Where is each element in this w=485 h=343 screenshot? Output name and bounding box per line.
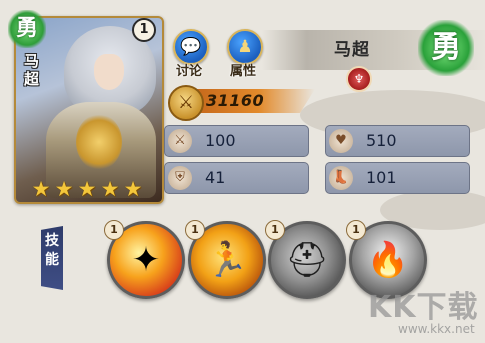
chat-bubble-icon: 💬 <box>180 37 202 57</box>
faction-badge-icon: ♆ <box>346 66 372 92</box>
stat-health: ♥ 510 <box>325 125 470 157</box>
heart-icon: ♥ <box>329 129 353 153</box>
star-icon: ★ <box>31 177 51 201</box>
star-rating: ★ ★ ★ ★ ★ <box>30 178 144 200</box>
hero-portrait-face <box>94 54 124 90</box>
stat-value: 41 <box>205 168 226 187</box>
hero-name: 马超 <box>334 40 370 60</box>
skill-slot[interactable]: ⛑ 1 <box>265 220 346 299</box>
stat-attack: ⚔ 100 <box>164 125 309 157</box>
stat-value: 101 <box>366 168 397 187</box>
boot-icon: 👢 <box>329 166 353 190</box>
hero-level-badge: 1 <box>132 18 156 42</box>
skill-level-badge: 1 <box>265 220 285 240</box>
combat-power-value: 31160 <box>206 91 265 110</box>
skills-label: 技能 <box>41 226 63 290</box>
skill-level-badge: 1 <box>104 220 124 240</box>
type-badge-large: 勇 <box>418 20 474 76</box>
skills-label-text: 技能 <box>45 233 59 268</box>
figure-icon: ♟ <box>237 37 253 57</box>
stat-value: 510 <box>366 131 397 150</box>
star-icon: ★ <box>123 177 143 201</box>
star-icon: ★ <box>77 177 97 201</box>
skill-slot[interactable]: 🏃 1 <box>185 220 266 299</box>
skill-slot[interactable]: ✦ 1 <box>104 220 185 299</box>
skill-level-badge: 1 <box>346 220 366 240</box>
crossed-swords-icon: ⚔ <box>168 85 204 121</box>
star-icon: ★ <box>100 177 120 201</box>
stat-speed: 👢 101 <box>325 162 470 194</box>
watermark-logo: KK下载 <box>368 290 479 325</box>
shield-icon: ⛨ <box>168 166 192 190</box>
attributes-label: 属性 <box>229 64 256 79</box>
stat-defense: ⛨ 41 <box>164 162 309 194</box>
watermark-url: www.kkx.net <box>398 322 475 336</box>
stat-value: 100 <box>205 131 236 150</box>
star-icon: ★ <box>54 177 74 201</box>
discuss-label: 讨论 <box>175 64 202 79</box>
sword-icon: ⚔ <box>168 129 192 153</box>
hero-name-vertical: 马超 <box>24 52 40 88</box>
type-badge-small: 勇 <box>8 10 46 48</box>
skill-level-badge: 1 <box>185 220 205 240</box>
hero-portrait-ornament <box>76 114 122 170</box>
